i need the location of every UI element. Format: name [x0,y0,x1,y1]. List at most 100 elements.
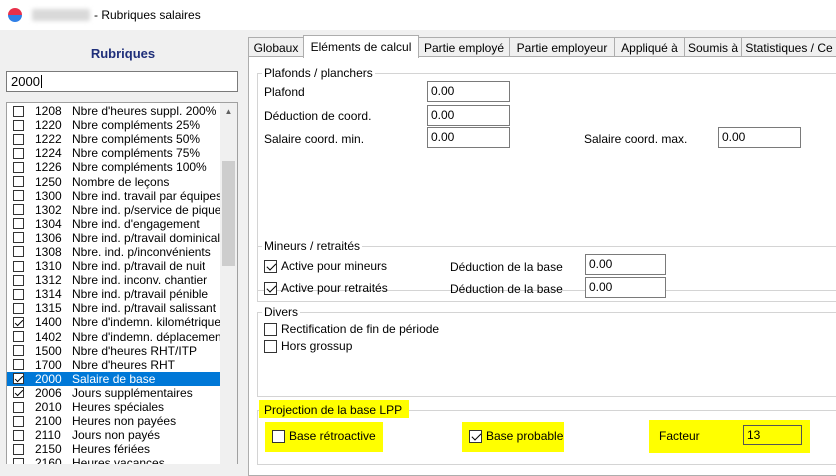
checkbox-unchecked-icon[interactable] [13,359,24,371]
list-item[interactable]: 2150 Heures fériées [7,442,221,456]
item-label: Nbre d'indemn. déplacement [72,329,221,344]
item-label: Nbre d'heures RHT/ITP [72,343,197,358]
facteur-label: Facteur [659,429,700,443]
list-item[interactable]: 1220 Nbre compléments 25% [7,118,221,132]
checkbox-unchecked-icon[interactable] [13,190,24,202]
list-item[interactable]: 1208 Nbre d'heures suppl. 200% [7,104,221,118]
list-item[interactable]: 2010 Heures spéciales [7,400,221,414]
salaire-coord-max-input[interactable]: 0.00 [718,127,801,148]
item-label: Jours non payés [72,428,161,443]
item-code: 2000 [35,371,62,386]
list-item[interactable]: 1314 Nbre ind. p/travail pénible [7,287,221,301]
checkbox-unchecked-icon[interactable] [13,176,24,188]
checkbox-unchecked-icon[interactable] [13,331,24,343]
list-item[interactable]: 1302 Nbre ind. p/service de piquet [7,203,221,217]
retraites-deduction-input[interactable]: 0.00 [585,277,666,298]
list-item[interactable]: 1310 Nbre ind. p/travail de nuit [7,259,221,273]
checkbox-unchecked-icon[interactable] [13,302,24,314]
checkbox-unchecked-icon[interactable] [13,429,24,441]
checkbox-checked-icon[interactable] [13,387,24,399]
deduction-coord-input[interactable]: 0.00 [427,105,510,126]
rectification-checkbox[interactable]: Rectification de fin de période [264,322,439,336]
list-item[interactable]: 2000 Salaire de base [7,371,221,386]
list-item[interactable]: 1400 Nbre d'indemn. kilométriques [7,315,221,329]
app-icon [8,8,22,22]
scroll-thumb[interactable] [222,161,235,266]
text-caret [40,75,42,88]
item-label: Nbre ind. inconv. chantier [72,273,208,288]
checkbox-unchecked-icon[interactable] [13,232,24,244]
item-label: Nbre. ind. p/inconvénients [72,244,211,259]
checkbox-unchecked-icon[interactable] [13,161,24,173]
checkbox-unchecked-icon[interactable] [13,274,24,286]
checkbox-checked-icon[interactable] [264,259,277,273]
checkbox-unchecked-icon[interactable] [13,133,24,145]
checkbox-unchecked-icon[interactable] [13,401,24,413]
base-probable-checkbox[interactable]: Base probable [469,429,563,443]
item-label: Nbre ind. p/travail de nuit [72,259,206,274]
checkbox-unchecked-icon[interactable] [13,204,24,216]
tab-statistiques[interactable]: Statistiques / Ce [741,37,836,57]
search-input[interactable]: 2000 [6,71,238,92]
active-mineurs-checkbox[interactable]: Active pour mineurs [264,259,387,273]
checkbox-checked-icon[interactable] [264,281,277,295]
checkbox-unchecked-icon[interactable] [13,147,24,159]
tab-soumis-a[interactable]: Soumis à [684,37,742,57]
list-item[interactable]: 1222 Nbre compléments 50% [7,132,221,146]
checkbox-unchecked-icon[interactable] [13,119,24,131]
list-item[interactable]: 1500 Nbre d'heures RHT/ITP [7,344,221,358]
checkbox-unchecked-icon[interactable] [13,415,24,427]
list-scrollbar[interactable]: ▲ [220,103,237,464]
checkbox-unchecked-icon[interactable] [13,105,24,117]
list-item[interactable]: 1226 Nbre compléments 100% [7,160,221,174]
list-item[interactable]: 1315 Nbre ind. p/travail salissant [7,301,221,315]
tab-partie-employeur[interactable]: Partie employeur [509,37,615,57]
checkbox-unchecked-icon[interactable] [272,429,285,443]
base-retroactive-checkbox[interactable]: Base rétroactive [272,429,376,443]
checkbox-unchecked-icon[interactable] [13,246,24,258]
checkbox-unchecked-icon[interactable] [13,218,24,230]
checkbox-checked-icon[interactable] [13,373,24,385]
mineurs-deduction-input[interactable]: 0.00 [585,254,666,275]
list-item[interactable]: 2160 Heures vacances [7,456,221,464]
tab-elements-de-calcul[interactable]: Eléments de calcul [303,35,419,58]
list-item[interactable]: 2100 Heures non payées [7,414,221,428]
list-item[interactable]: 1224 Nbre compléments 75% [7,146,221,160]
checkbox-unchecked-icon[interactable] [264,322,277,336]
tab-globaux[interactable]: Globaux [248,37,304,57]
list-item[interactable]: 1300 Nbre ind. travail par équipes [7,189,221,203]
list-item[interactable]: 1308 Nbre. ind. p/inconvénients [7,245,221,259]
checkbox-unchecked-icon[interactable] [13,288,24,300]
item-code: 1315 [35,301,62,316]
facteur-input[interactable]: 13 [743,425,802,445]
checkbox-checked-icon[interactable] [13,316,24,328]
item-code: 1314 [35,287,62,302]
tab-applique-a[interactable]: Appliqué à [614,37,685,57]
list-item[interactable]: 1402 Nbre d'indemn. déplacement [7,330,221,344]
item-code: 2100 [35,414,62,429]
checkbox-checked-icon[interactable] [469,429,482,443]
checkbox-unchecked-icon[interactable] [13,345,24,357]
plafond-input[interactable]: 0.00 [427,81,510,102]
list-item[interactable]: 1304 Nbre ind. d'engagement [7,217,221,231]
hors-grossup-checkbox[interactable]: Hors grossup [264,339,352,353]
checkbox-unchecked-icon[interactable] [264,339,277,353]
list-item[interactable]: 2110 Jours non payés [7,428,221,442]
list-item[interactable]: 1306 Nbre ind. p/travail dominical [7,231,221,245]
tab-partie-employe[interactable]: Partie employé [418,37,510,57]
list-item[interactable]: 2006 Jours supplémentaires [7,386,221,400]
list-item[interactable]: 1700 Nbre d'heures RHT [7,358,221,372]
mineurs-title: Mineurs / retraités [262,239,363,253]
list-item[interactable]: 1312 Nbre ind. inconv. chantier [7,273,221,287]
salaire-coord-min-input[interactable]: 0.00 [427,127,510,148]
checkbox-unchecked-icon[interactable] [13,260,24,272]
checkbox-unchecked-icon[interactable] [13,457,24,464]
rubriques-list[interactable]: 1208 Nbre d'heures suppl. 200% 1220 Nbre co… [6,102,238,464]
item-label: Nbre compléments 100% [72,160,207,175]
list-item[interactable]: 1250 Nombre de leçons [7,174,221,189]
scroll-up-icon[interactable]: ▲ [220,103,237,120]
checkbox-unchecked-icon[interactable] [13,443,24,455]
item-label: Nombre de leçons [72,174,170,189]
active-retraites-checkbox[interactable]: Active pour retraités [264,281,388,295]
item-label: Nbre compléments 50% [72,132,201,147]
